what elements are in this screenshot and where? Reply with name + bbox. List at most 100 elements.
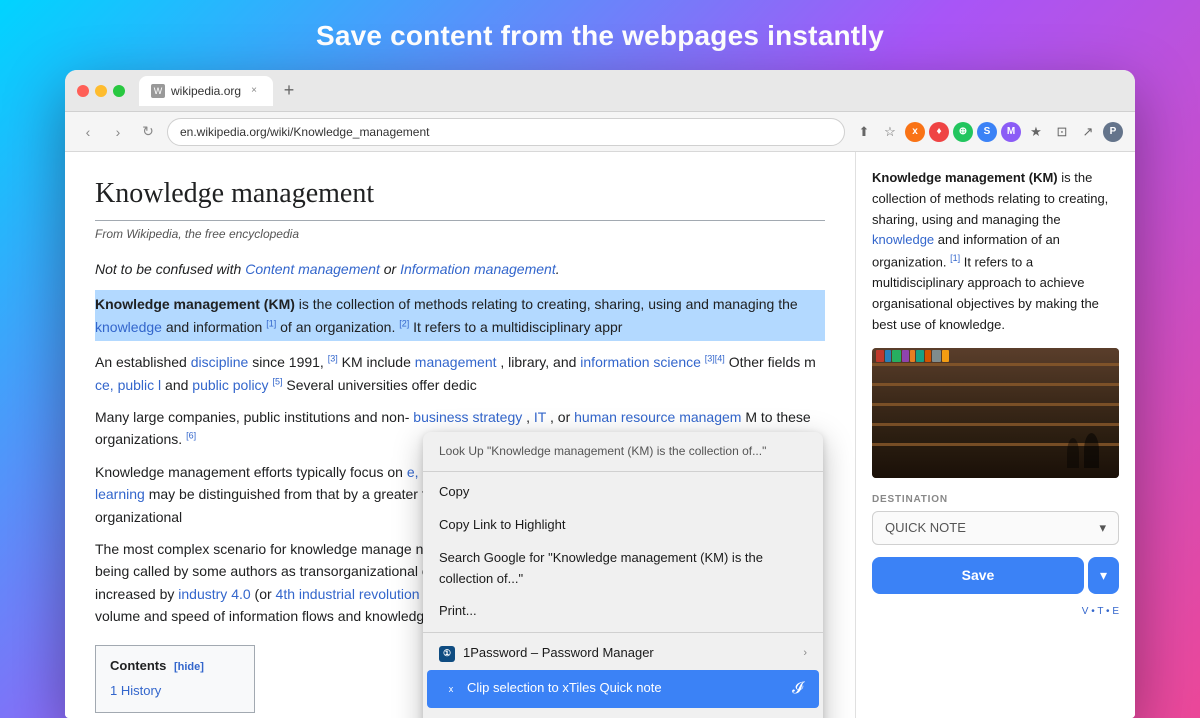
ext-icon-4[interactable]: S — [977, 122, 997, 142]
wiki-p1-text4: It refers to a multidisciplinary appr — [413, 319, 622, 335]
address-bar[interactable]: en.wikipedia.org/wiki/Knowledge_manageme… — [167, 118, 845, 146]
ext-icon-5[interactable]: M — [1001, 122, 1021, 142]
wiki-link-public-policy[interactable]: public policy — [192, 377, 268, 393]
1password-icon: ① — [439, 646, 455, 662]
wiki-p2-text4: , library, and — [500, 354, 580, 370]
back-button[interactable]: ‹ — [77, 121, 99, 143]
ext-icon-8[interactable]: ↗ — [1077, 121, 1099, 143]
wiki-content-area: Knowledge management From Wikipedia, the… — [65, 152, 855, 718]
wiki-p5-text1: The most complex scenario for knowledge … — [95, 541, 412, 557]
close-button-red[interactable] — [77, 85, 89, 97]
forward-button[interactable]: › — [107, 121, 129, 143]
contents-box: Contents [hide] 1 History — [95, 645, 255, 713]
panel-link-knowledge[interactable]: knowledge — [872, 232, 934, 247]
wiki-link-biz-strategy[interactable]: business strategy — [413, 409, 522, 425]
wiki-link-info-mgmt[interactable]: Information management — [400, 261, 556, 277]
clip-xtiles-label: Clip selection to xTiles Quick note — [467, 678, 662, 699]
ext-icon-3[interactable]: ⊕ — [953, 122, 973, 142]
wiki-p1-text1: is the collection of methods relating to… — [299, 296, 798, 312]
wiki-ref-2[interactable]: [2] — [399, 318, 409, 328]
context-menu-header: Look Up "Knowledge management (KM) is th… — [423, 436, 823, 467]
context-menu-copy[interactable]: Copy — [423, 476, 823, 509]
headline: Save content from the webpages instantly — [316, 20, 884, 52]
contents-title-text: Contents — [110, 658, 166, 673]
profile-icon[interactable]: P — [1103, 122, 1123, 142]
wiki-p2-text1: An established — [95, 354, 191, 370]
wiki-link-info-science[interactable]: information science — [580, 354, 701, 370]
search-google-label: Search Google for "Knowledge management … — [439, 548, 807, 590]
traffic-lights — [77, 85, 125, 97]
context-menu-copy-link[interactable]: Copy Link to Highlight — [423, 509, 823, 542]
new-tab-button[interactable]: + — [277, 79, 301, 103]
wiki-p1-text2: and information — [166, 319, 263, 335]
wiki-para-2: An established discipline since 1991, [3… — [95, 351, 825, 396]
vtc-badge: V • T • E — [872, 606, 1119, 617]
save-dropdown-button[interactable]: ▾ — [1088, 557, 1119, 594]
wiki-link-hr[interactable]: human resource managem — [574, 409, 741, 425]
copy-label: Copy — [439, 482, 469, 503]
browser-toolbar: ‹ › ↻ en.wikipedia.org/wiki/Knowledge_ma… — [65, 112, 1135, 152]
print-label: Print... — [439, 601, 477, 622]
context-menu-clip-xtiles[interactable]: x Clip selection to xTiles Quick note 𝓘 — [427, 670, 819, 708]
context-menu-print[interactable]: Print... — [423, 595, 823, 628]
wiki-link-it[interactable]: IT — [534, 409, 546, 425]
browser-titlebar: W wikipedia.org × + — [65, 70, 1135, 112]
tab-bar: W wikipedia.org × + — [139, 76, 1123, 106]
wiki-italic-note: Not to be confused with Content manageme… — [95, 258, 825, 280]
share-icon[interactable]: ⬆ — [853, 121, 875, 143]
minimize-button-yellow[interactable] — [95, 85, 107, 97]
wiki-p1-bold: Knowledge management (KM) — [95, 296, 295, 312]
dropdown-chevron-icon: ▾ — [1099, 520, 1106, 536]
wiki-ref-5[interactable]: [5] — [272, 376, 282, 386]
reload-button[interactable]: ↻ — [137, 121, 159, 143]
wiki-p3-text2: , — [526, 409, 534, 425]
wiki-ref-3[interactable]: [3] — [328, 354, 338, 364]
save-button[interactable]: Save — [872, 557, 1084, 594]
contents-hide-link[interactable]: [hide] — [174, 661, 204, 673]
context-menu-search-google[interactable]: Search Google for "Knowledge management … — [423, 542, 823, 596]
wiki-p2-text3: KM include — [342, 354, 411, 370]
wiki-link-industry40[interactable]: industry 4.0 — [178, 586, 250, 602]
destination-label: DESTINATION — [872, 494, 1119, 505]
wiki-link-mgmt[interactable]: management — [415, 354, 497, 370]
library-visual — [872, 348, 1119, 478]
context-menu: Look Up "Knowledge management (KM) is th… — [423, 432, 823, 718]
context-menu-1password[interactable]: ① 1Password – Password Manager › — [423, 637, 823, 670]
wiki-ref-34[interactable]: [3][4] — [705, 354, 725, 364]
browser-tab[interactable]: W wikipedia.org × — [139, 76, 273, 106]
wiki-subtitle: From Wikipedia, the free encyclopedia — [95, 225, 825, 244]
ext-icon-6[interactable]: ★ — [1025, 121, 1047, 143]
wiki-link-public-l[interactable]: ce, public l — [95, 377, 161, 393]
wiki-link-knowledge[interactable]: knowledge — [95, 319, 162, 335]
destination-dropdown[interactable]: QUICK NOTE ▾ — [872, 511, 1119, 545]
panel-ref[interactable]: [1] — [950, 253, 960, 263]
destination-section: DESTINATION QUICK NOTE ▾ — [872, 494, 1119, 545]
tab-close-icon[interactable]: × — [247, 84, 261, 98]
contents-item-1[interactable]: 1 History — [110, 681, 240, 702]
ext-icon-7[interactable]: ⊡ — [1051, 121, 1073, 143]
context-menu-highlight-text[interactable]: ✎ Highlight Text — [423, 708, 823, 718]
highlight-label: Highlight Text — [463, 714, 541, 718]
bookmark-icon[interactable]: ☆ — [879, 121, 901, 143]
tab-label: wikipedia.org — [171, 84, 241, 98]
wiki-p2-text5: Other fields m — [729, 354, 816, 370]
wiki-link-discipline[interactable]: discipline — [191, 354, 249, 370]
wiki-link-4th-revolution[interactable]: 4th industrial revolution — [276, 586, 420, 602]
maximize-button-green[interactable] — [113, 85, 125, 97]
wiki-p2-text6: and — [165, 377, 192, 393]
context-menu-divider-2 — [423, 632, 823, 633]
context-menu-divider-1 — [423, 471, 823, 472]
wiki-p2-text7: Several universities offer dedic — [286, 377, 476, 393]
save-bar: Save ▾ — [872, 557, 1119, 594]
toolbar-actions: ⬆ ☆ x ♦ ⊕ S M ★ ⊡ ↗ P — [853, 121, 1123, 143]
ext-icon-1[interactable]: x — [905, 122, 925, 142]
copy-link-label: Copy Link to Highlight — [439, 515, 565, 536]
panel-bold: Knowledge management (KM) — [872, 170, 1058, 185]
wiki-link-content-mgmt[interactable]: Content management — [245, 261, 380, 277]
xtiles-icon: x — [443, 681, 459, 697]
1password-label: 1Password – Password Manager — [463, 643, 654, 664]
ext-icon-2[interactable]: ♦ — [929, 122, 949, 142]
wiki-ref-6[interactable]: [6] — [186, 431, 196, 441]
wiki-ref-1[interactable]: [1] — [266, 318, 276, 328]
tab-favicon: W — [151, 84, 165, 98]
